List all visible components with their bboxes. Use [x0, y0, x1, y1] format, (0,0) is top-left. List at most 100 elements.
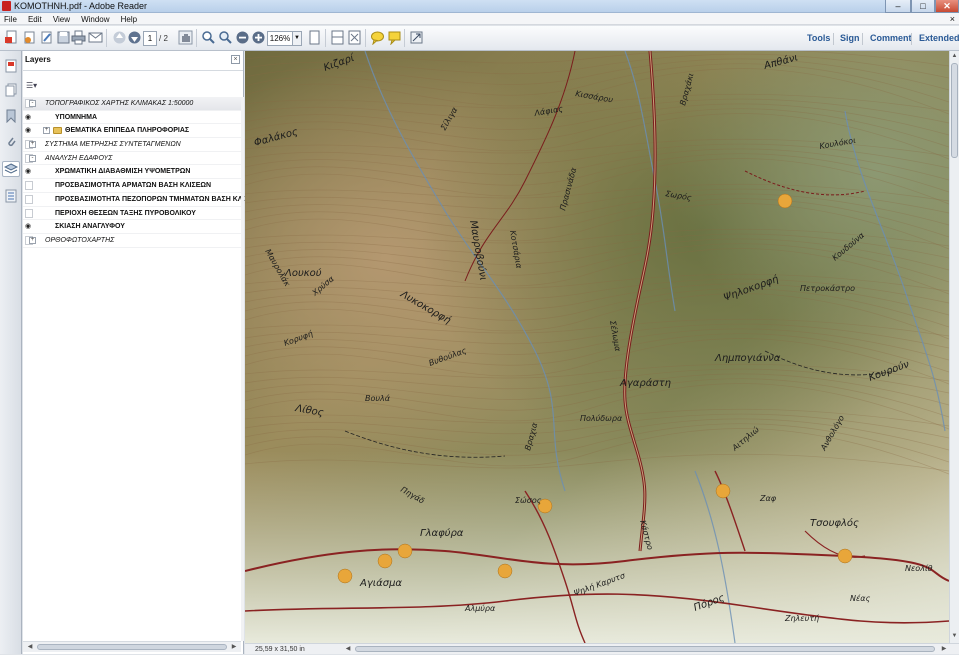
document-vertical-scrollbar[interactable]: ▲ ▼: [949, 51, 959, 643]
menu-window[interactable]: Window: [81, 14, 109, 26]
layer-label: ΣΥΣΤΗΜΑ ΜΕΤΡΗΣΗΣ ΣΥΝΤΕΤΑΓΜΕΝΩΝ: [45, 141, 181, 149]
link-separator: [833, 33, 834, 45]
expand-toolbar-icon[interactable]: [408, 30, 425, 47]
eye-icon[interactable]: ◉: [25, 114, 33, 121]
map-place-label: Λημπογιάννα: [714, 352, 781, 364]
layer-label: ΧΡΩΜΑΤΙΚΗ ΔΙΑΒΑΘΜΙΣΗ ΥΨΟΜΕΤΡΩΝ: [55, 168, 191, 176]
bookmarks-icon[interactable]: [4, 109, 18, 125]
map-place-label: Λουκού: [284, 267, 322, 279]
village-marker: [837, 548, 853, 564]
expand-icon[interactable]: +: [29, 236, 36, 244]
map-place-label: Βουλά: [365, 394, 391, 403]
village-marker: [337, 568, 353, 584]
document-horizontal-scroll-thumb[interactable]: [355, 646, 935, 652]
toolbar-separator: [196, 29, 197, 47]
page-number-input[interactable]: 1: [143, 31, 157, 46]
eye-icon[interactable]: ◉: [25, 168, 33, 175]
layer-label: ΣΚΙΑΣΗ ΑΝΑΓΛΥΦΟΥ: [55, 223, 125, 231]
panel-horizontal-scrollbar[interactable]: ◀ ▶: [23, 641, 241, 652]
highlight-icon[interactable]: [386, 30, 403, 47]
document-scroll-thumb[interactable]: [951, 63, 958, 158]
village-marker: [777, 193, 793, 209]
attachments-icon[interactable]: [4, 135, 18, 151]
zoom-out-icon[interactable]: [234, 30, 251, 47]
village-marker: [497, 563, 513, 579]
fit-page-icon[interactable]: [306, 30, 323, 47]
next-page-icon[interactable]: [126, 30, 143, 47]
layer-row[interactable]: + ΟΡΘΟΦΩΤΟΧΑΡΤΗΣ: [23, 234, 241, 248]
hand-tool-icon[interactable]: [177, 30, 194, 47]
scroll-left-icon[interactable]: ◀: [343, 645, 353, 653]
title-bar: KOMOTHNH.pdf - Adobe Reader – □ ✕: [0, 0, 959, 13]
comment-icon[interactable]: [369, 30, 386, 47]
layer-row[interactable]: ◉ ΧΡΩΜΑΤΙΚΗ ΔΙΑΒΑΘΜΙΣΗ ΥΨΟΜΕΤΡΩΝ: [23, 165, 241, 180]
map-place-label: Πολύδωρα: [580, 414, 623, 423]
layer-row[interactable]: ΠΕΡΙΟΧΗ ΘΕΣΕΩΝ ΤΑΞΗΣ ΠΥΡΟΒΟΛΙΚΟΥ: [23, 207, 241, 221]
layers-icon[interactable]: [2, 161, 20, 177]
model-tree-icon[interactable]: [4, 189, 18, 205]
document-view[interactable]: Κιζαρί Κισσάρου Βραχάκι Απθάνι Σίλιγα Λάφιας Φ…: [245, 51, 949, 643]
menu-help[interactable]: Help: [121, 14, 137, 26]
zoom-level-input[interactable]: 126%: [267, 31, 293, 46]
close-panel-icon[interactable]: ×: [231, 55, 240, 64]
map-place-label: Τσουφλός: [810, 517, 859, 529]
open-file-icon[interactable]: [21, 30, 38, 47]
navigation-rail: [0, 51, 22, 654]
visibility-checkbox[interactable]: [25, 181, 33, 191]
zoom-tool-icon[interactable]: [217, 30, 234, 47]
panel-vertical-scrollbar[interactable]: [241, 97, 244, 641]
tools-pane-link[interactable]: Tools: [807, 26, 830, 51]
extended-pane-link[interactable]: Extended: [919, 26, 959, 51]
close-document-button[interactable]: ×: [950, 13, 955, 25]
layer-row[interactable]: ΠΡΟΣΒΑΣΙΜΟΤΗΤΑ ΠΕΖΟΠΟΡΩΝ ΤΜΗΜΑΤΩΝ ΒΑΣΗ Κ…: [23, 193, 264, 207]
menu-file[interactable]: File: [4, 14, 17, 26]
visibility-checkbox[interactable]: [25, 194, 33, 204]
sign-pane-link[interactable]: Sign: [840, 26, 860, 51]
layer-row[interactable]: ΠΡΟΣΒΑΣΙΜΟΤΗΤΑ ΑΡΜΑΤΩΝ ΒΑΣΗ ΚΛΙΣΕΩΝ: [23, 179, 241, 193]
layer-row[interactable]: - ΤΟΠΟΓΡΑΦΙΚΟΣ ΧΑΡΤΗΣ ΚΛΙΜΑΚΑΣ 1:50000: [23, 97, 241, 111]
comment-pane-link[interactable]: Comment: [870, 26, 912, 51]
scrolling-mode-icon[interactable]: [329, 30, 346, 47]
map-place-label: Αλμύρα: [464, 604, 496, 613]
layers-panel: Layers × ☰▾ - ΤΟΠΟΓΡΑΦΙΚΟΣ ΧΑΡΤΗΣ ΚΛΙΜΑΚΑ…: [23, 51, 264, 654]
zoom-in-icon[interactable]: [250, 30, 267, 47]
edit-document-icon[interactable]: [38, 30, 55, 47]
print-icon[interactable]: [70, 30, 87, 47]
panel-scroll-thumb[interactable]: [37, 644, 227, 650]
layer-row[interactable]: - ΑΝΑΛΥΣΗ ΕΔΑΦΟΥΣ: [23, 152, 241, 166]
page-thumbnails-icon[interactable]: [4, 59, 18, 75]
link-separator: [911, 33, 912, 45]
eye-icon[interactable]: ◉: [25, 127, 33, 134]
layer-row[interactable]: ◉ + ΘΕΜΑΤΙΚΑ ΕΠΙΠΕΔΑ ΠΛΗΡΟΦΟΡΙΑΣ: [23, 124, 241, 139]
collapse-icon[interactable]: -: [29, 154, 36, 162]
layer-row[interactable]: + ΣΥΣΤΗΜΑ ΜΕΤΡΗΣΗΣ ΣΥΝΤΕΤΑΓΜΕΝΩΝ: [23, 138, 241, 152]
layer-row[interactable]: ◉ ΣΚΙΑΣΗ ΑΝΑΓΛΥΦΟΥ: [23, 220, 241, 234]
expand-icon[interactable]: +: [43, 127, 50, 135]
menu-view[interactable]: View: [53, 14, 70, 26]
scroll-up-icon[interactable]: ▲: [950, 52, 959, 61]
pages-icon[interactable]: [4, 83, 18, 99]
scroll-left-icon[interactable]: ◀: [25, 643, 35, 651]
email-icon[interactable]: [87, 30, 104, 47]
marquee-zoom-icon[interactable]: [200, 30, 217, 47]
layer-label: ΥΠΟΜΝΗΜΑ: [55, 113, 97, 121]
create-pdf-icon[interactable]: [3, 30, 20, 47]
collapse-icon[interactable]: -: [29, 100, 36, 107]
toolbar-separator: [106, 29, 107, 47]
eye-icon[interactable]: ◉: [25, 223, 33, 230]
scroll-right-icon[interactable]: ▶: [229, 643, 239, 651]
expand-icon[interactable]: +: [29, 141, 36, 149]
menu-edit[interactable]: Edit: [28, 14, 42, 26]
scroll-down-icon[interactable]: ▼: [950, 632, 959, 641]
visibility-checkbox[interactable]: [25, 208, 33, 218]
scroll-right-icon[interactable]: ▶: [939, 645, 949, 653]
layer-label: ΠΡΟΣΒΑΣΙΜΟΤΗΤΑ ΠΕΖΟΠΟΡΩΝ ΤΜΗΜΑΤΩΝ ΒΑΣΗ Κ…: [55, 195, 264, 203]
minimize-button[interactable]: –: [885, 0, 911, 13]
toolbar-separator: [325, 29, 326, 47]
layer-options-icon[interactable]: ☰▾: [26, 80, 40, 91]
zoom-dropdown-icon[interactable]: ▼: [293, 31, 302, 46]
close-window-button[interactable]: ✕: [935, 0, 959, 13]
maximize-button[interactable]: □: [911, 0, 935, 13]
layer-row[interactable]: ◉ ΥΠΟΜΝΗΜΑ: [23, 111, 241, 125]
full-screen-icon[interactable]: [346, 30, 363, 47]
